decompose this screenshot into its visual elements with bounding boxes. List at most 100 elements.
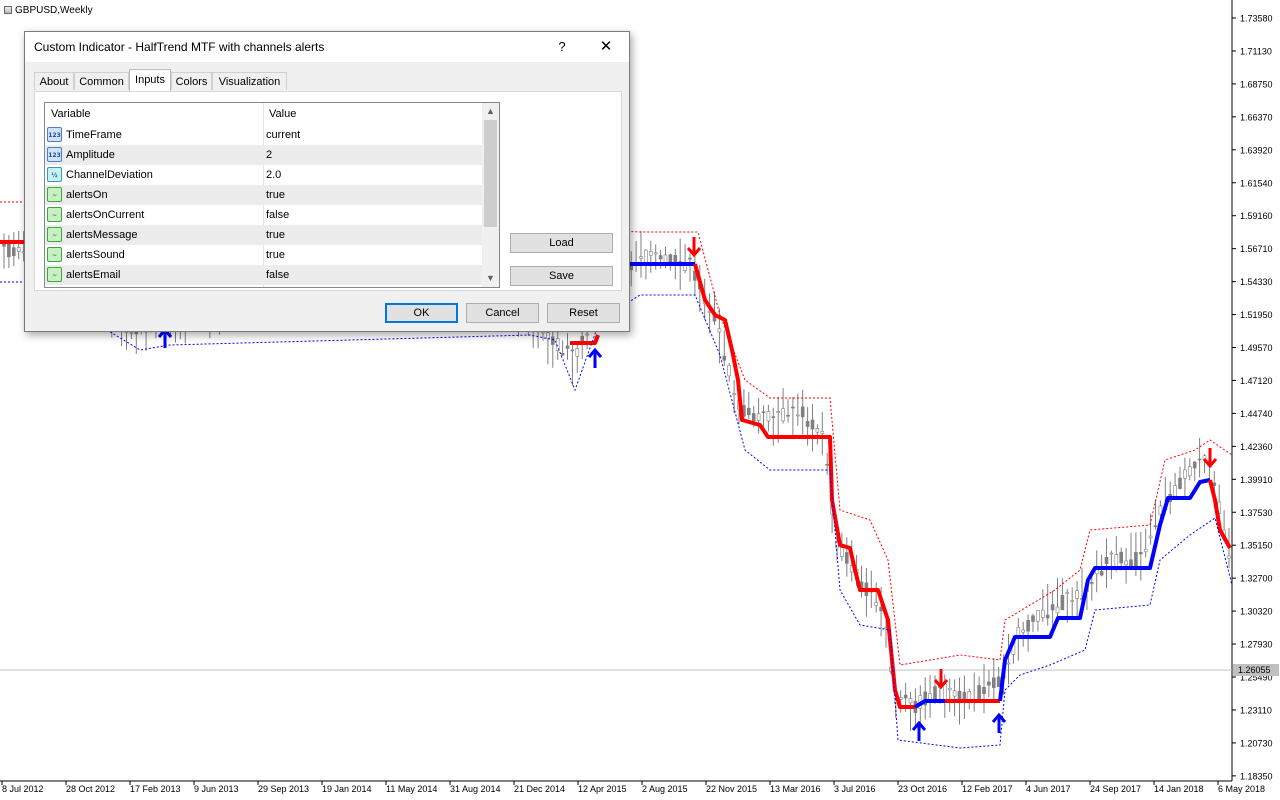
parameter-value[interactable]: true [266, 225, 285, 245]
parameter-value[interactable]: false [266, 265, 289, 285]
cancel-button[interactable]: Cancel [466, 303, 539, 323]
parameter-row[interactable]: ~ alertsMessage true [45, 225, 482, 245]
candle-body [977, 685, 981, 699]
parameter-name: alertsMessage [66, 229, 138, 241]
scroll-up-icon[interactable]: ▲ [482, 103, 499, 120]
close-button[interactable]: ✕ [591, 36, 621, 58]
value-column-header[interactable]: Value [263, 103, 482, 125]
date-label: 24 Sep 2017 [1090, 784, 1141, 794]
candle-body [1075, 590, 1079, 599]
parameter-row[interactable]: ~ alertsEmail false [45, 265, 482, 285]
candle-body [795, 414, 800, 417]
candle-body [952, 690, 957, 697]
tab-colors[interactable]: Colors [171, 72, 212, 90]
price-label: 1.54330 [1240, 277, 1273, 287]
halftrend-down-line [1208, 479, 1232, 549]
parameter-value[interactable]: current [266, 125, 300, 145]
candle-body [844, 552, 849, 564]
candle-body [129, 332, 134, 335]
price-label: 1.59160 [1240, 211, 1273, 221]
date-label: 21 Dec 2014 [514, 784, 565, 794]
parameter-value[interactable]: 2.0 [266, 165, 281, 185]
candle-body [1104, 556, 1109, 564]
parameter-name: alertsOn [66, 189, 108, 201]
candle-body [727, 364, 732, 377]
date-label: 4 Jun 2017 [1026, 784, 1071, 794]
parameter-row[interactable]: 123 TimeFrame current [45, 125, 482, 145]
parameter-value[interactable]: true [266, 245, 285, 265]
grid-scrollbar[interactable]: ▲ ▼ [482, 103, 499, 287]
price-label: 1.44740 [1240, 409, 1273, 419]
candle-body [732, 393, 736, 395]
candle-body [805, 421, 810, 427]
date-label: 9 Jun 2013 [194, 784, 239, 794]
scroll-down-icon[interactable]: ▼ [482, 270, 499, 287]
parameter-name: TimeFrame [66, 129, 122, 141]
candle-body [776, 411, 781, 414]
parameter-row[interactable]: ~ alertsSound true [45, 245, 482, 265]
candle-body [717, 328, 722, 333]
variable-column-header[interactable]: Variable [45, 103, 263, 125]
price-label: 1.61540 [1240, 178, 1273, 188]
date-label: 17 Feb 2013 [130, 784, 181, 794]
parameter-value[interactable]: true [266, 185, 285, 205]
parameter-value[interactable]: false [266, 205, 289, 225]
price-label: 1.49570 [1240, 343, 1273, 353]
bool-icon: ~ [47, 267, 62, 282]
candle-body [1173, 485, 1177, 497]
candle-body [1188, 466, 1192, 477]
parameter-row[interactable]: ~ alertsOnCurrent false [45, 205, 482, 225]
candle-body [746, 407, 751, 416]
dialog-titlebar[interactable]: Custom Indicator - HalfTrend MTF with ch… [25, 32, 629, 62]
ok-button[interactable]: OK [385, 303, 458, 323]
parameter-row[interactable]: ½ ChannelDeviation 2.0 [45, 165, 482, 185]
inputs-grid[interactable]: Variable Value 123 TimeFrame current 123 Amp… [44, 102, 500, 288]
halftrend-up-line [998, 478, 1211, 702]
price-label: 1.56710 [1240, 244, 1273, 254]
parameter-name: alertsOnCurrent [66, 209, 145, 221]
candle-body [550, 336, 555, 345]
candle-body [585, 333, 589, 336]
candle-body [1148, 535, 1153, 539]
candle-body [722, 355, 727, 361]
candle-body [1050, 604, 1055, 611]
candle-body [1158, 505, 1163, 515]
scroll-thumb[interactable] [484, 120, 497, 227]
date-label: 12 Apr 2015 [578, 784, 627, 794]
help-button[interactable]: ? [547, 36, 577, 58]
date-label: 6 May 2018 [1218, 784, 1265, 794]
parameter-value[interactable]: 2 [266, 145, 272, 165]
parameter-row[interactable]: 123 Amplitude 2 [45, 145, 482, 165]
candle-body [1134, 552, 1138, 566]
price-label: 1.71130 [1240, 46, 1272, 56]
candle-body [1129, 559, 1133, 567]
candle-body [781, 408, 785, 422]
tab-inputs[interactable]: Inputs [129, 69, 171, 91]
tab-about[interactable]: About [34, 72, 74, 90]
candle-body [1031, 615, 1035, 622]
candle-body [1090, 582, 1094, 584]
bool-icon: ~ [47, 187, 62, 202]
price-label: 1.66370 [1240, 112, 1273, 122]
candle-body [1227, 555, 1231, 559]
candle-body [570, 349, 575, 352]
save-button[interactable]: Save [510, 266, 613, 286]
custom-indicator-dialog: Custom Indicator - HalfTrend MTF with ch… [24, 31, 630, 332]
dialog-title: Custom Indicator - HalfTrend MTF with ch… [34, 40, 325, 54]
price-label: 1.27930 [1240, 640, 1273, 650]
candle-body [947, 687, 952, 691]
tab-visualization[interactable]: Visualization [212, 72, 287, 90]
int-icon: 123 [47, 127, 62, 142]
price-label: 1.37530 [1240, 508, 1273, 518]
parameter-row[interactable]: ~ alertsOn true [45, 185, 482, 205]
candle-body [1026, 620, 1030, 632]
reset-button[interactable]: Reset [547, 303, 620, 323]
candle-body [16, 247, 21, 252]
candle-body [1197, 458, 1202, 461]
price-label: 1.18350 [1240, 771, 1273, 781]
candle-body [1041, 609, 1045, 618]
tab-common[interactable]: Common [74, 72, 129, 90]
load-button[interactable]: Load [510, 233, 613, 253]
date-label: 3 Jul 2016 [834, 784, 876, 794]
symbol-text: GBPUSD,Weekly [15, 5, 93, 16]
